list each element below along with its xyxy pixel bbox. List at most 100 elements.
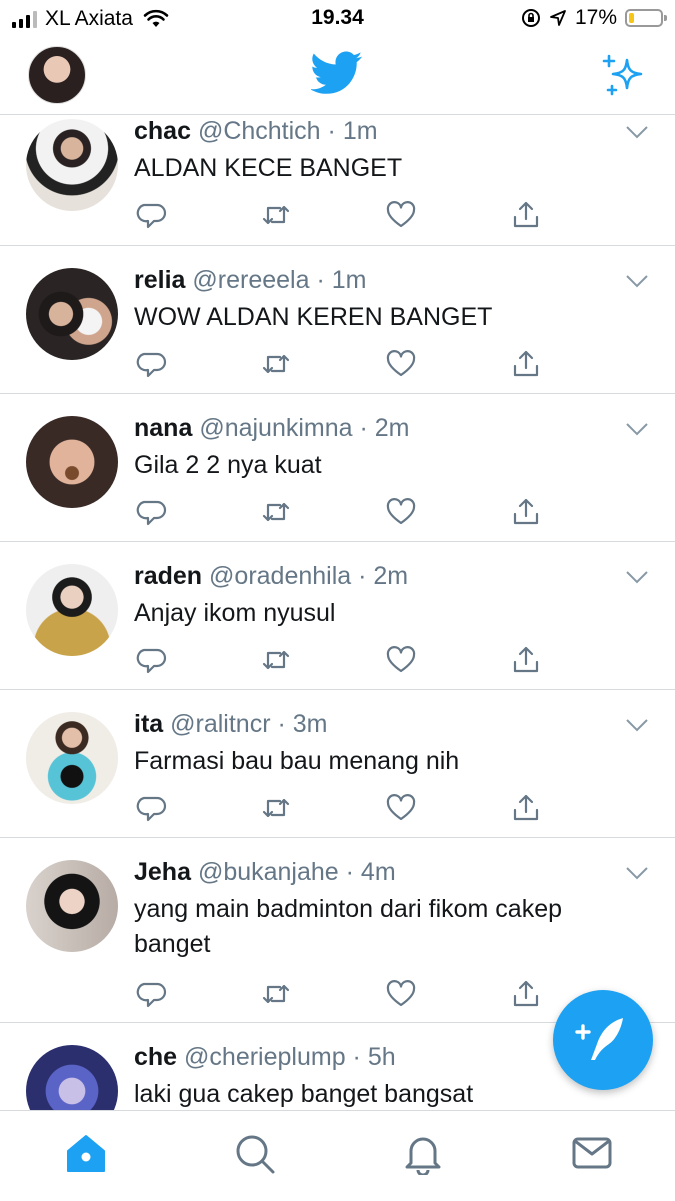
retweet-icon[interactable]	[260, 199, 292, 231]
avatar[interactable]	[26, 119, 118, 211]
notifications-icon[interactable]	[401, 1131, 445, 1175]
tweet-actions	[136, 496, 546, 528]
status-right-group: 17%	[521, 6, 667, 30]
tweet-text: Gila 2 2 nya kuat	[134, 451, 322, 479]
display-name[interactable]: Jeha	[134, 858, 191, 886]
tweet-header: relia @rereeela · 1m	[134, 266, 366, 295]
display-name[interactable]: nana	[134, 414, 192, 442]
like-heart-icon[interactable]	[385, 978, 417, 1010]
tweet-text: WOW ALDAN KEREN BANGET	[134, 303, 493, 331]
avatar[interactable]	[26, 564, 118, 656]
timeline-feed[interactable]: chac @Chchtich · 1m ALDAN KECE BANGET re…	[0, 115, 675, 1110]
timestamp: 1m	[342, 117, 378, 145]
chevron-down-icon[interactable]	[625, 125, 649, 139]
separator-dot: ·	[345, 1043, 368, 1071]
chevron-down-icon[interactable]	[625, 422, 649, 436]
separator-dot: ·	[352, 414, 375, 442]
tweet[interactable]: relia @rereeela · 1m WOW ALDAN KEREN BAN…	[0, 246, 675, 394]
share-icon[interactable]	[510, 348, 542, 380]
twitter-bird-icon	[311, 51, 363, 94]
handle[interactable]: @oradenhila	[209, 562, 351, 590]
retweet-icon[interactable]	[260, 644, 292, 676]
tweet-actions	[136, 644, 546, 676]
avatar[interactable]	[26, 416, 118, 508]
retweet-icon[interactable]	[260, 978, 292, 1010]
share-icon[interactable]	[510, 199, 542, 231]
profile-avatar-button[interactable]	[28, 46, 86, 104]
chevron-down-icon[interactable]	[625, 274, 649, 288]
tweet-text: laki gua cakep banget bangsat	[134, 1080, 474, 1108]
handle[interactable]: @Chchtich	[198, 117, 321, 145]
tweet-actions	[136, 978, 546, 1010]
share-icon[interactable]	[510, 644, 542, 676]
bottom-tab-bar	[0, 1110, 675, 1201]
avatar[interactable]	[26, 860, 118, 952]
reply-icon[interactable]	[136, 978, 168, 1010]
tweet[interactable]: Jeha @bukanjahe · 4m yang main badminton…	[0, 838, 675, 1023]
chevron-down-icon[interactable]	[625, 718, 649, 732]
share-icon[interactable]	[510, 978, 542, 1010]
retweet-icon[interactable]	[260, 792, 292, 824]
tweet-text: yang main badminton dari fikom cakep ban…	[134, 895, 563, 958]
messages-icon[interactable]	[570, 1131, 614, 1175]
search-icon[interactable]	[232, 1131, 276, 1175]
compose-tweet-button[interactable]	[553, 990, 653, 1090]
tweet-header: che @cherieplump · 5h	[134, 1043, 396, 1072]
compose-feather-icon	[575, 1018, 623, 1060]
display-name[interactable]: relia	[134, 266, 185, 294]
share-icon[interactable]	[510, 496, 542, 528]
top-header	[0, 38, 675, 115]
share-icon[interactable]	[510, 792, 542, 824]
tweet-text: Farmasi bau bau menang nih	[134, 747, 460, 775]
reply-icon[interactable]	[136, 792, 168, 824]
separator-dot: ·	[320, 117, 343, 145]
tweet[interactable]: chac @Chchtich · 1m ALDAN KECE BANGET	[0, 115, 675, 246]
reply-icon[interactable]	[136, 644, 168, 676]
like-heart-icon[interactable]	[385, 496, 417, 528]
reply-icon[interactable]	[136, 496, 168, 528]
reply-icon[interactable]	[136, 199, 168, 231]
separator-dot: ·	[338, 858, 361, 886]
timestamp: 3m	[292, 710, 328, 738]
tweet-header: chac @Chchtich · 1m	[134, 117, 378, 146]
handle[interactable]: @cherieplump	[184, 1043, 346, 1071]
sparkle-icon[interactable]	[601, 54, 645, 98]
timestamp: 5h	[367, 1043, 396, 1071]
home-icon[interactable]	[64, 1131, 108, 1175]
tweet-actions	[136, 348, 546, 380]
tweet-header: Jeha @bukanjahe · 4m	[134, 858, 396, 887]
battery-percent: 17%	[574, 6, 617, 29]
like-heart-icon[interactable]	[385, 199, 417, 231]
chevron-down-icon[interactable]	[625, 866, 649, 880]
handle[interactable]: @najunkimna	[199, 414, 352, 442]
location-arrow-icon	[550, 10, 566, 26]
handle[interactable]: @bukanjahe	[198, 858, 339, 886]
retweet-icon[interactable]	[260, 348, 292, 380]
display-name[interactable]: che	[134, 1043, 177, 1071]
handle[interactable]: @rereeela	[192, 266, 309, 294]
like-heart-icon[interactable]	[385, 348, 417, 380]
display-name[interactable]: ita	[134, 710, 163, 738]
avatar[interactable]	[26, 268, 118, 360]
timestamp: 2m	[373, 562, 409, 590]
timestamp: 4m	[360, 858, 396, 886]
tweet[interactable]: ita @ralitncr · 3m Farmasi bau bau menan…	[0, 690, 675, 838]
like-heart-icon[interactable]	[385, 644, 417, 676]
like-heart-icon[interactable]	[385, 792, 417, 824]
display-name[interactable]: chac	[134, 117, 191, 145]
tweet[interactable]: raden @oradenhila · 2m Anjay ikom nyusul	[0, 542, 675, 690]
reply-icon[interactable]	[136, 348, 168, 380]
display-name[interactable]: raden	[134, 562, 202, 590]
tweet-actions	[136, 792, 546, 824]
avatar[interactable]	[26, 712, 118, 804]
separator-dot: ·	[270, 710, 293, 738]
tweet[interactable]: nana @najunkimna · 2m Gila 2 2 nya kuat	[0, 394, 675, 542]
chevron-down-icon[interactable]	[625, 570, 649, 584]
tweet-text: ALDAN KECE BANGET	[134, 154, 403, 182]
tweet-header: raden @oradenhila · 2m	[134, 562, 408, 591]
handle[interactable]: @ralitncr	[170, 710, 270, 738]
rotation-lock-icon	[521, 9, 540, 27]
avatar[interactable]	[26, 1045, 118, 1110]
tweet-text: Anjay ikom nyusul	[134, 599, 336, 627]
retweet-icon[interactable]	[260, 496, 292, 528]
